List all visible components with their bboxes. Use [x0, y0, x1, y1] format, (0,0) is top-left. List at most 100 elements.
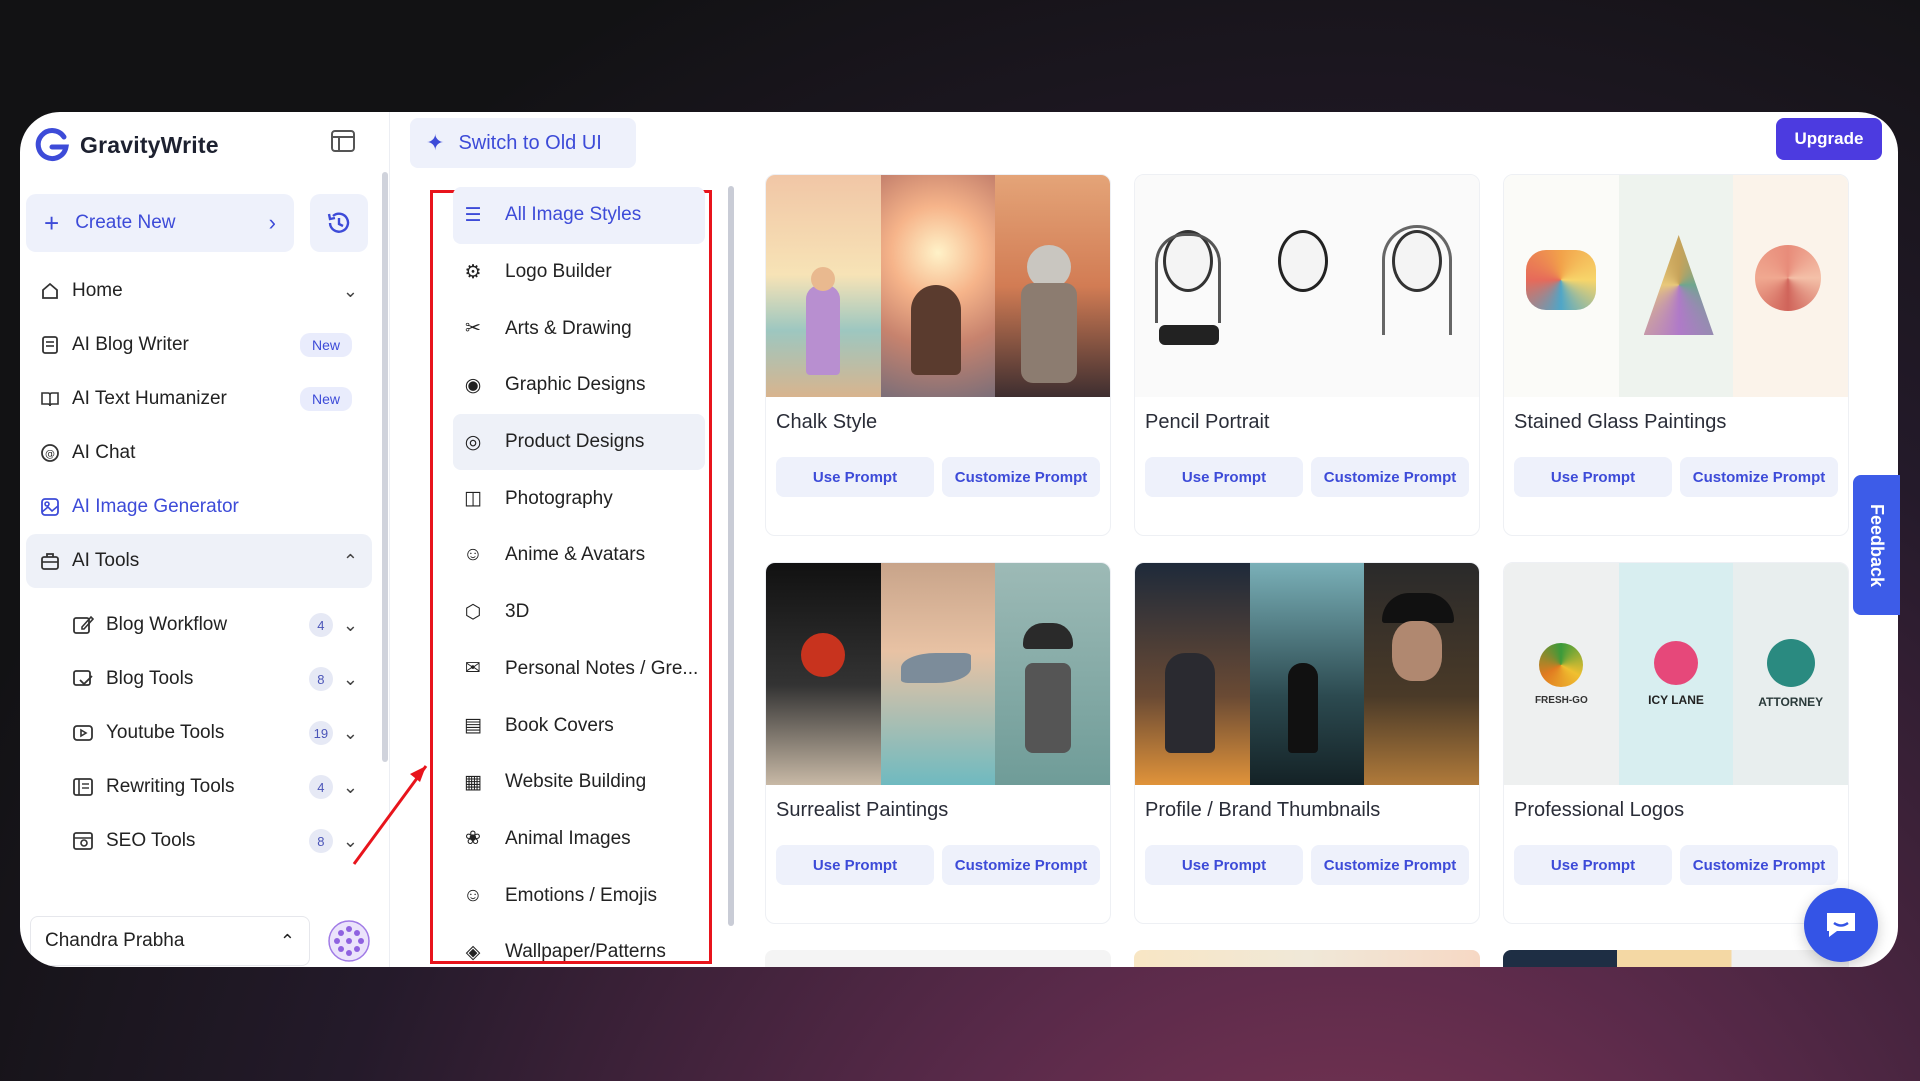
style-item[interactable]: ◎ Product Designs: [453, 413, 705, 471]
use-prompt-button[interactable]: Use Prompt: [1514, 845, 1672, 885]
card-thumbnail: [1135, 175, 1479, 397]
style-item[interactable]: ▤ Book Covers: [453, 697, 705, 754]
style-item[interactable]: ⚙ Logo Builder: [453, 244, 705, 301]
customize-prompt-button[interactable]: Customize Prompt: [1311, 845, 1469, 885]
style-item-label: Book Covers: [505, 714, 614, 736]
style-card-chalk-style[interactable]: Chalk Style Use Prompt Customize Prompt: [765, 174, 1111, 536]
sidebar-scrollbar[interactable]: [382, 172, 388, 762]
fresh-go-logo-icon: [1539, 642, 1584, 687]
style-card-pencil-portrait[interactable]: Pencil Portrait Use Prompt Customize Pro…: [1134, 174, 1480, 536]
sidebar-item-ai-blog-writer[interactable]: AI Blog Writer New: [26, 318, 372, 372]
style-item[interactable]: ◈ Wallpaper/Patterns: [453, 924, 705, 967]
count-badge: 8: [308, 829, 333, 853]
customize-prompt-button[interactable]: Customize Prompt: [1311, 457, 1469, 497]
sidebar-item-youtube-tools[interactable]: Youtube Tools 19 ⌄: [54, 706, 372, 760]
style-item-label: Photography: [505, 487, 613, 509]
brand[interactable]: GravityWrite: [34, 120, 219, 170]
logo-text: FRESH-GO: [1534, 694, 1588, 706]
chevron-right-icon: ›: [268, 210, 276, 235]
sidebar-item-rewriting-tools[interactable]: Rewriting Tools 4 ⌄: [54, 760, 372, 814]
style-item[interactable]: ☰ All Image Styles: [453, 187, 705, 244]
card-thumbnail: [1135, 563, 1479, 785]
style-item[interactable]: ✂ Arts & Drawing: [453, 300, 705, 357]
style-item[interactable]: ▦ Website Building: [453, 754, 705, 811]
pattern-icon: ◈: [465, 941, 481, 963]
sparkle-icon: ✦: [426, 130, 445, 155]
annotation-arrow-icon: [352, 765, 428, 865]
use-prompt-button[interactable]: Use Prompt: [1145, 845, 1303, 885]
style-item[interactable]: ☺ Anime & Avatars: [453, 527, 705, 584]
sidebar-item-ai-image-generator[interactable]: AI Image Generator: [26, 480, 372, 534]
style-card-professional-logos[interactable]: FRESH-GO ICY LANE ATTORNEY Professional …: [1503, 562, 1849, 924]
cube-icon: ⬡: [464, 601, 482, 623]
use-prompt-button[interactable]: Use Prompt: [776, 457, 934, 497]
style-item-label: Product Designs: [505, 431, 645, 453]
tools-icon: ✂: [465, 318, 481, 340]
card-thumbnail: [766, 563, 1110, 785]
switch-ui-label: Switch to Old UI: [458, 131, 602, 154]
sidebar-item-seo-tools[interactable]: SEO Tools 8 ⌄: [54, 814, 372, 868]
history-button[interactable]: [310, 194, 368, 252]
use-prompt-button[interactable]: Use Prompt: [1514, 457, 1672, 497]
scales-logo-icon: [1766, 639, 1815, 687]
sidebar-item-ai-text-humanizer[interactable]: AI Text Humanizer New: [26, 372, 372, 426]
style-item[interactable]: ◉ Graphic Designs: [453, 357, 705, 414]
sidebar-item-label: AI Blog Writer: [72, 334, 189, 355]
briefcase-icon: [41, 553, 59, 570]
avatar[interactable]: [328, 920, 370, 962]
customize-prompt-button[interactable]: Customize Prompt: [1680, 845, 1838, 885]
edit-icon: [73, 615, 94, 634]
style-card-stained-glass-paintings[interactable]: Stained Glass Paintings Use Prompt Custo…: [1503, 174, 1849, 536]
chat-bubble-icon: [1827, 913, 1855, 937]
customize-prompt-button[interactable]: Customize Prompt: [942, 457, 1100, 497]
style-item[interactable]: ✉ Personal Notes / Gre...: [453, 641, 705, 698]
customize-prompt-button[interactable]: Customize Prompt: [1680, 457, 1838, 497]
count-badge: 19: [308, 721, 333, 745]
sidebar-toggle-icon[interactable]: [328, 126, 358, 156]
sidebar-item-ai-tools[interactable]: AI Tools ⌃: [26, 534, 372, 588]
style-item[interactable]: ❀ Animal Images: [453, 811, 705, 868]
sidebar-item-blog-tools[interactable]: Blog Tools 8 ⌄: [54, 652, 372, 706]
create-new-button[interactable]: + Create New ›: [26, 194, 294, 252]
upgrade-button[interactable]: Upgrade: [1776, 118, 1882, 160]
gift-icon: ✉: [465, 658, 481, 680]
chat-support-button[interactable]: [1804, 888, 1878, 962]
style-item-label: Animal Images: [505, 827, 631, 849]
new-badge: New: [299, 333, 352, 357]
style-item-label: Emotions / Emojis: [505, 884, 658, 906]
sidebar-item-label: Home: [72, 280, 123, 301]
style-item[interactable]: ☺ Emotions / Emojis: [453, 867, 705, 924]
style-item-label: 3D: [505, 601, 530, 623]
style-card-surrealist-paintings[interactable]: Surrealist Paintings Use Prompt Customiz…: [765, 562, 1111, 924]
card-partial: [1134, 950, 1480, 967]
svg-text:@: @: [45, 449, 55, 460]
count-badge: 4: [308, 613, 333, 637]
switch-to-old-ui-button[interactable]: ✦ Switch to Old UI: [410, 118, 636, 168]
sidebar-item-blog-workflow[interactable]: Blog Workflow 4 ⌄: [54, 598, 372, 652]
styles-list-scrollbar[interactable]: [728, 186, 734, 926]
style-item-label: Wallpaper/Patterns: [505, 941, 666, 963]
gravitywrite-logo-icon: [35, 128, 69, 162]
use-prompt-button[interactable]: Use Prompt: [1145, 457, 1303, 497]
sidebar-item-ai-chat[interactable]: @ AI Chat: [26, 426, 372, 480]
style-item-label: Website Building: [505, 771, 647, 793]
style-item[interactable]: ⬡ 3D: [453, 584, 705, 641]
user-menu-button[interactable]: Chandra Prabha ⌃: [30, 916, 310, 966]
sidebar-item-label: SEO Tools: [106, 830, 196, 851]
feedback-tab[interactable]: Feedback: [1853, 475, 1900, 615]
count-badge: 4: [308, 775, 333, 799]
chevron-down-icon: ⌄: [342, 280, 358, 301]
card-title: Pencil Portrait: [1145, 411, 1270, 433]
style-item-label: Personal Notes / Gre...: [505, 657, 699, 679]
card-thumbnail: [1504, 175, 1848, 397]
style-item-label: Graphic Designs: [505, 374, 646, 396]
use-prompt-button[interactable]: Use Prompt: [776, 845, 934, 885]
style-item[interactable]: ◫ Photography: [453, 470, 705, 527]
ai-tools-submenu: Blog Workflow 4 ⌄ Blog Tools 8 ⌄ Youtube T…: [26, 598, 372, 868]
style-card-profile-brand-thumbnails[interactable]: Profile / Brand Thumbnails Use Prompt Cu…: [1134, 562, 1480, 924]
customize-prompt-button[interactable]: Customize Prompt: [942, 845, 1100, 885]
new-badge: New: [299, 387, 352, 411]
history-icon: [327, 212, 350, 233]
plus-icon: +: [44, 208, 60, 238]
sidebar-item-home[interactable]: Home ⌄: [26, 264, 372, 318]
